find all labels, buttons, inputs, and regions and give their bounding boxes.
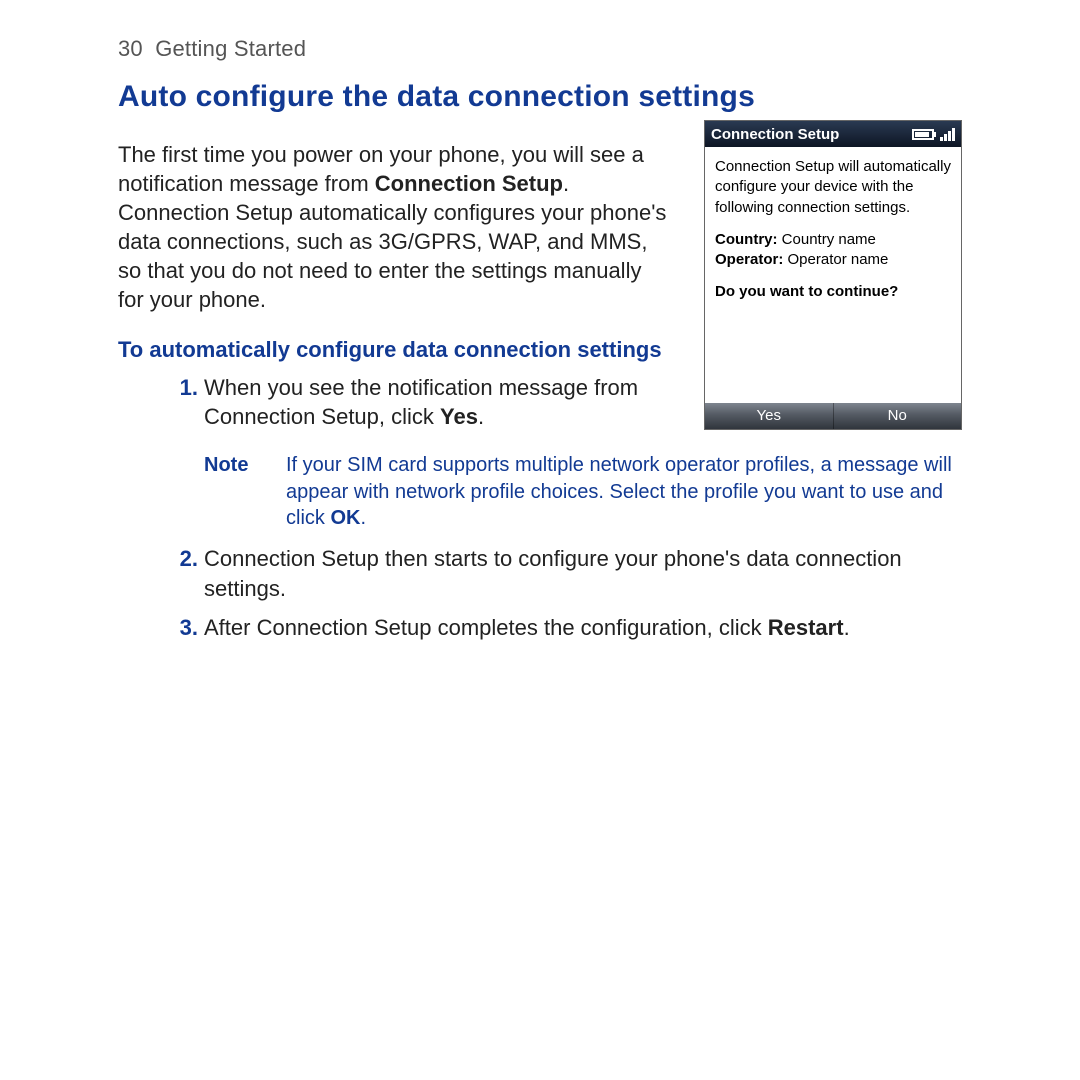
- phone-question: Do you want to continue?: [715, 282, 951, 302]
- battery-icon: [912, 129, 934, 140]
- phone-softkeys: Yes No: [705, 403, 961, 429]
- step-1-text-1: When you see the notification message fr…: [204, 375, 638, 429]
- note-bold: OK: [330, 507, 360, 529]
- step-3-text-1: After Connection Setup completes the con…: [204, 615, 768, 640]
- softkey-no[interactable]: No: [834, 403, 962, 429]
- step-1: 1. When you see the notification message…: [204, 373, 668, 432]
- sub-heading: To automatically configure data connecti…: [118, 336, 668, 365]
- signal-icon: [940, 128, 955, 141]
- phone-message: Connection Setup will automatically conf…: [715, 157, 951, 218]
- step-1-number: 1.: [162, 373, 198, 402]
- section-title: Getting Started: [155, 36, 306, 61]
- phone-content: Connection Setup will automatically conf…: [705, 147, 961, 403]
- step-3-number: 3.: [162, 613, 198, 642]
- phone-title-bar: Connection Setup: [705, 121, 961, 147]
- page-heading: Auto configure the data connection setti…: [118, 80, 962, 114]
- phone-screenshot: Connection Setup Connection Setup will a…: [704, 120, 962, 430]
- note-text-1: If your SIM card supports multiple netwo…: [286, 454, 952, 530]
- note-body: If your SIM card supports multiple netwo…: [286, 452, 962, 532]
- softkey-yes[interactable]: Yes: [705, 403, 833, 429]
- page-number: 30: [118, 36, 143, 61]
- phone-country-row: Country: Country name Operator: Operator…: [715, 230, 951, 271]
- phone-operator-value: Operator name: [788, 251, 889, 268]
- step-3-bold: Restart: [768, 615, 844, 640]
- intro-paragraph: The first time you power on your phone, …: [118, 140, 668, 314]
- step-3: 3. After Connection Setup completes the …: [204, 613, 962, 642]
- note-label: Note: [204, 452, 262, 532]
- phone-country-label: Country:: [715, 231, 778, 248]
- note-text-2: .: [360, 507, 366, 529]
- step-1-text-2: .: [478, 404, 484, 429]
- phone-title: Connection Setup: [711, 126, 839, 143]
- note-block: Note If your SIM card supports multiple …: [204, 452, 962, 532]
- running-header: 30 Getting Started: [118, 36, 962, 62]
- step-3-text-2: .: [844, 615, 850, 640]
- step-2-number: 2.: [162, 544, 198, 573]
- step-2-text: Connection Setup then starts to configur…: [204, 546, 902, 600]
- phone-country-value: Country name: [782, 231, 876, 248]
- step-2: 2. Connection Setup then starts to confi…: [204, 544, 962, 603]
- intro-bold-1: Connection Setup: [375, 171, 563, 196]
- phone-operator-label: Operator:: [715, 251, 783, 268]
- step-1-bold: Yes: [440, 404, 478, 429]
